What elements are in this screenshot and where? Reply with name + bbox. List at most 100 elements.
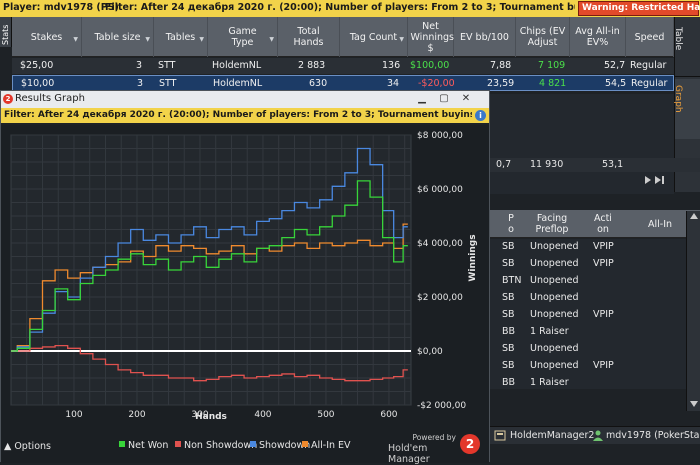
tab-table[interactable]: Table [673,21,700,77]
cell-facing: Unopened [530,275,579,286]
x-tick-label: 100 [65,410,82,420]
y-tick-label: -$2 000,00 [417,401,466,411]
results-graph-window: 2 Results Graph ▁ ▢ ✕ Filter: After 24 д… [0,90,490,465]
legend-swatch [250,441,256,447]
hands-table-body: SB Unopened VPIP SB Unopened VPIP BTN Unopened S… [490,239,686,389]
cell-pos: SB [502,241,515,252]
restricted-hands-warning[interactable]: Warning: Restricted Hands [578,1,700,16]
y-tick-label: $6 000,00 [417,185,463,195]
minimize-icon[interactable]: ▁ [413,92,431,106]
cell-action: VPIP [593,258,614,269]
col-position[interactable]: P o [500,210,522,238]
legend-item[interactable]: Net Won [119,440,168,451]
col-all-in[interactable]: All-In [630,210,690,238]
cell-facing: Unopened [530,292,579,303]
stats-tab[interactable]: Stats [0,17,12,47]
hands-table-row[interactable]: SB Unopened VPIP [490,256,686,272]
database-name[interactable]: HoldemManager2 [510,430,594,441]
user-icon [592,430,604,444]
hands-table-scrollbar[interactable] [686,211,700,411]
top-filter-bar: Player: mdv1978 (PS) Filter: After 24 де… [0,0,700,17]
legend-swatch [302,441,308,447]
stats-summary-row: 0,7 11 930 53,1 [490,158,700,172]
cell-pos: SB [502,360,515,371]
hands-table-row[interactable]: SB Unopened [490,290,686,306]
status-bar: HoldemManager2 mdv1978 (PokerStars) [490,426,700,444]
table-row[interactable]: $25,00 3 STT HoldemNL 2 883 136 $100,00 … [12,58,674,74]
hands-table-row[interactable]: SB Unopened VPIP [490,239,686,255]
table-row-selected[interactable]: $10,00 3 STT HoldemNL 630 34 -$20,00 23,… [12,75,674,91]
y-tick-label: $8 000,00 [417,131,463,141]
col-action[interactable]: Acti on [586,210,620,238]
cell-pos: BB [502,326,516,337]
filter-label[interactable]: Filter: After 24 декабря 2020 г. (20:00)… [105,2,575,13]
y-tick-label: $4 000,00 [417,239,463,249]
results-chart: $8 000,00 $6 000,00 $4 000,00 $2 000,00 $0,0… [1,125,489,463]
options-button[interactable]: ▲ Options [4,441,51,452]
col-stakes[interactable]: Stakes ▼ [12,17,82,57]
hands-table-row[interactable]: BB 1 Raiser [490,375,686,391]
col-total-hands[interactable]: Total Hands [278,17,340,57]
hands-table-header: P o Facing Preflop Acti on All-In [490,210,700,238]
window-title: Results Graph [15,93,85,104]
stats-tab-label: Stats [1,24,10,45]
cell-pos: SB [502,292,515,303]
legend-label: Non Showdown [184,440,258,451]
col-facing-preflop[interactable]: Facing Preflop [522,210,582,238]
cell-pos: SB [502,309,515,320]
hm2-logo-icon: 2 [3,94,13,104]
cell-facing: Unopened [530,258,579,269]
hands-table-row[interactable]: SB Unopened VPIP [490,358,686,374]
col-avg-allin[interactable]: Avg All-in EV% [570,17,626,57]
powered-by-logo: Powered by Hold'em Manager 2 [388,431,486,465]
sort-icon: ▼ [269,36,274,43]
hands-table-row[interactable]: BB 1 Raiser [490,324,686,340]
x-tick-label: 600 [380,410,397,420]
col-speed[interactable]: Speed [626,17,674,57]
pager-arrows-icon [645,176,664,184]
legend-swatch [119,441,125,447]
cell-pos: SB [502,343,515,354]
hands-table-row[interactable]: SB Unopened VPIP [490,307,686,323]
maximize-icon[interactable]: ▢ [435,92,453,106]
legend-item[interactable]: All-In EV [302,440,351,451]
legend-label: Net Won [128,440,169,451]
y-tick-label: $0,00 [417,347,443,357]
chart-legend: Net Won Non Showdown Showdown All-In EV [119,440,379,454]
cell-facing: Unopened [530,309,579,320]
col-game-type[interactable]: Game Type ▼ [208,17,278,57]
col-chips[interactable]: Chips (EV Adjust [516,17,570,57]
window-titlebar[interactable]: 2 Results Graph ▁ ▢ ✕ [1,91,489,108]
pager-arrows[interactable] [643,175,671,185]
hands-table-row[interactable]: SB Unopened [490,341,686,357]
cell-pos: BTN [502,275,522,286]
tab-graph[interactable]: Graph [673,79,700,139]
cell-facing: 1 Raiser [530,326,569,337]
col-ev-bb[interactable]: EV bb/100 [454,17,516,57]
legend-item[interactable]: Non Showdown [175,440,257,451]
hands-table-row[interactable]: BTN Unopened [490,273,686,289]
cell-action: VPIP [593,241,614,252]
player-label: Player: mdv1978 (PS) [3,2,119,13]
col-tag-count[interactable]: Tag Count ▼ [340,17,408,57]
info-icon[interactable]: i [475,110,486,121]
x-tick-label: 500 [317,410,334,420]
graph-filter-label[interactable]: Filter: After 24 декабря 2020 г. (20:00)… [4,110,472,120]
options-arrow-icon: ▲ [4,441,15,452]
close-icon[interactable]: ✕ [457,92,475,106]
y-tick-label: $2 000,00 [417,293,463,303]
x-axis-label: Hands [195,412,227,422]
x-tick-label: 400 [254,410,271,420]
cell-facing: Unopened [530,241,579,252]
chart-grid [10,134,412,406]
sort-icon: ▼ [145,36,150,43]
cell-facing: Unopened [530,360,579,371]
database-icon [494,430,506,444]
graph-filter-bar: Filter: After 24 декабря 2020 г. (20:00)… [1,108,489,123]
powered-by-label: Powered by [412,433,456,442]
col-net-winnings[interactable]: Net Winnings $ [408,17,454,57]
col-table-size[interactable]: Table size ▼ [82,17,154,57]
active-player[interactable]: mdv1978 (PokerStars) [606,430,700,441]
sort-icon: ▼ [399,36,404,43]
col-tables[interactable]: Tables ▼ [154,17,208,57]
